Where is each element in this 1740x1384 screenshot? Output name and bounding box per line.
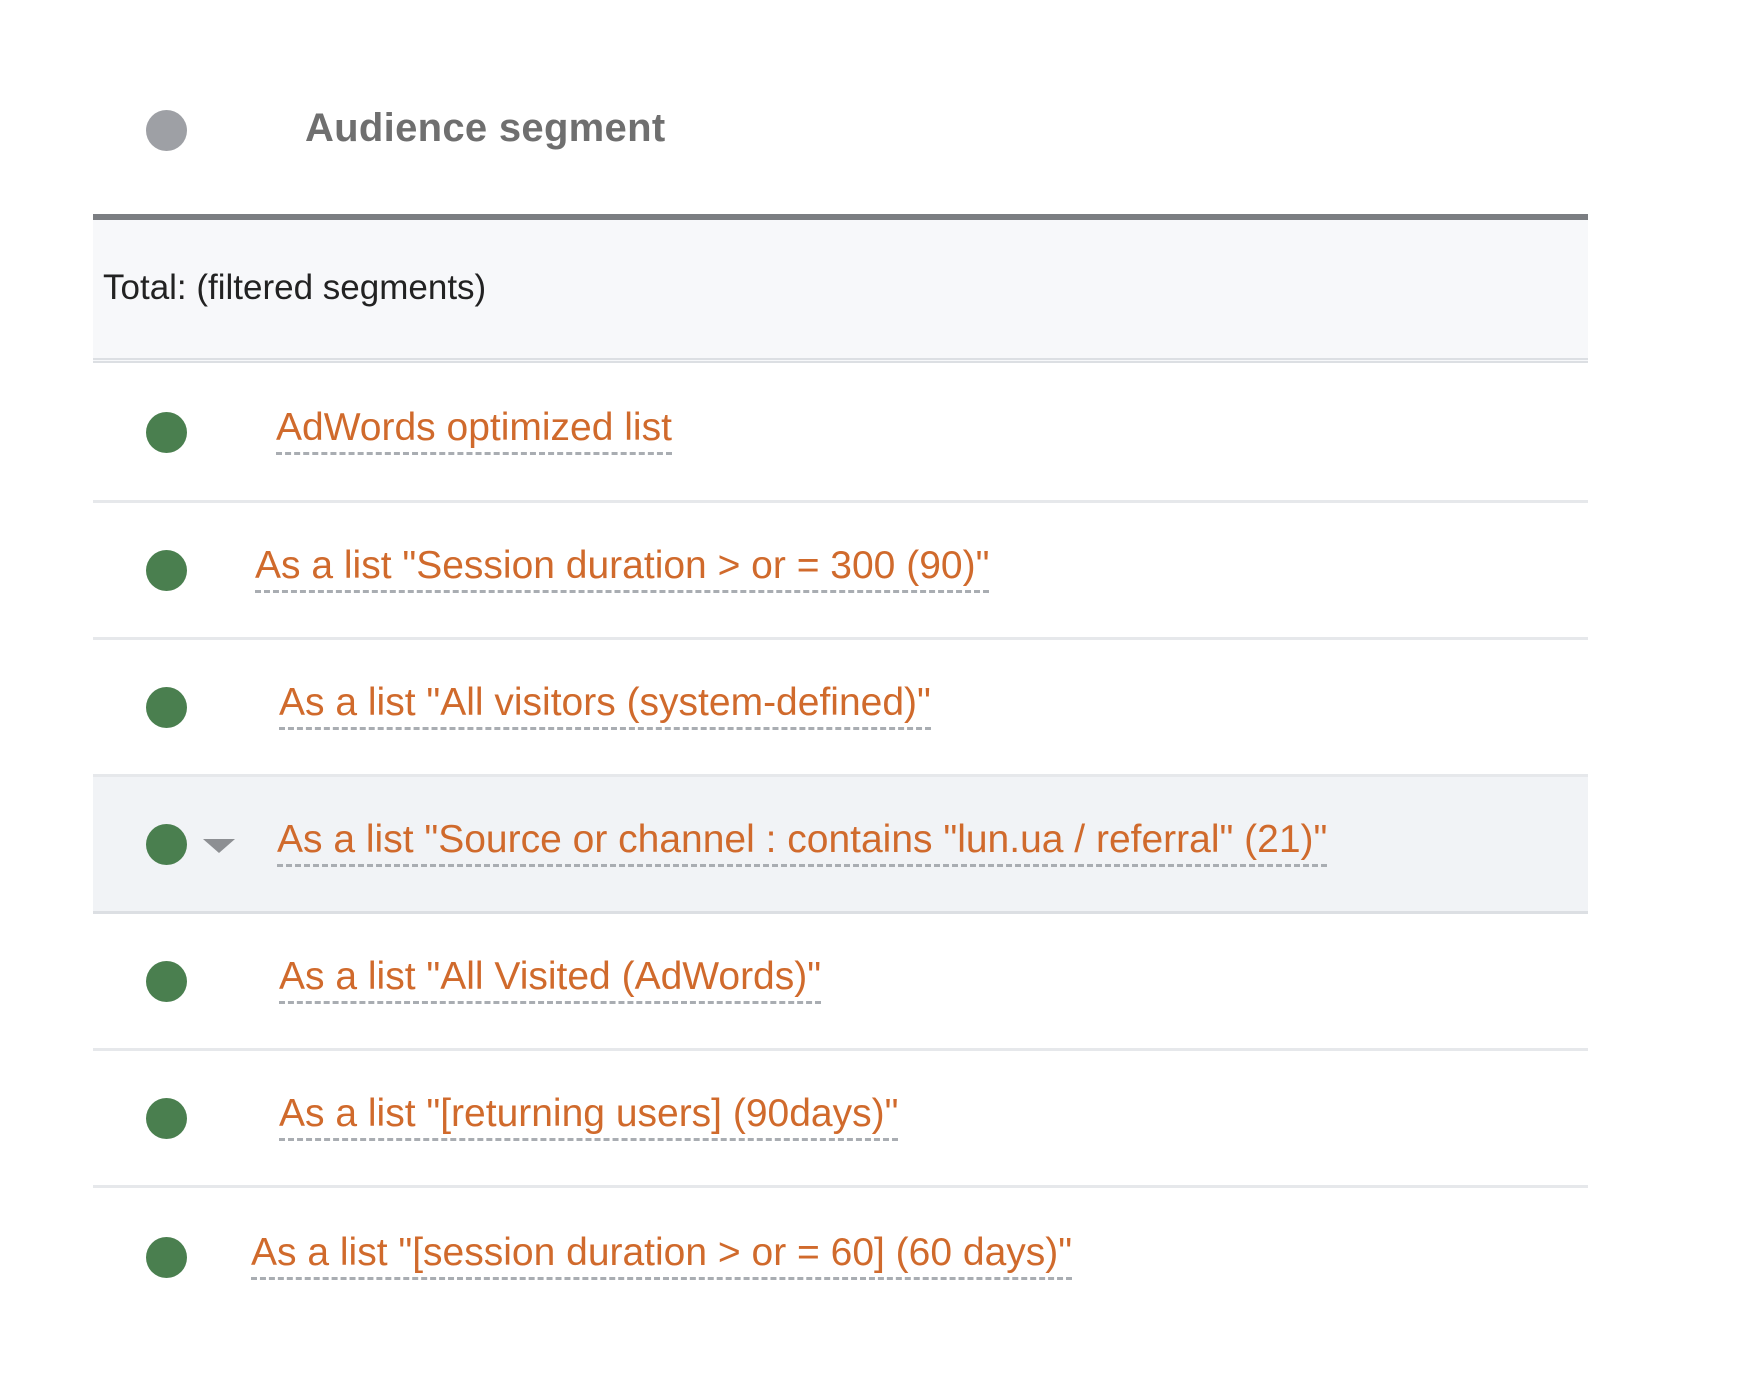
status-dot-icon <box>146 1236 187 1278</box>
segment-link[interactable]: As a list "Session duration > or = 300 (… <box>255 544 990 593</box>
segment-link[interactable]: As a list "[session duration > or = 60] … <box>251 1231 1073 1280</box>
table-row: As a list "[session duration > or = 60] … <box>93 1188 1588 1325</box>
segment-link[interactable]: As a list "All visitors (system-defined)… <box>279 681 931 730</box>
status-dot-icon <box>146 1098 187 1139</box>
status-dot-icon <box>146 687 187 728</box>
status-dot-icon <box>146 550 187 591</box>
table-header: Audience segment <box>93 0 1588 214</box>
table-row: As a list "[returning users] (90days)" <box>93 1051 1588 1188</box>
status-dot-icon <box>146 411 187 453</box>
caret-down-icon[interactable] <box>203 839 235 853</box>
table-row: As a list "Session duration > or = 300 (… <box>93 503 1588 640</box>
total-label: Total: (filtered segments) <box>103 268 487 307</box>
segment-link[interactable]: As a list "[returning users] (90days)" <box>279 1092 899 1141</box>
segment-link[interactable]: AdWords optimized list <box>276 406 672 455</box>
table-row-expanded: As a list "Source or channel : contains … <box>93 777 1588 914</box>
column-header-audience-segment[interactable]: Audience segment <box>305 106 665 151</box>
status-dot-icon <box>146 824 187 865</box>
table-row: As a list "All visitors (system-defined)… <box>93 640 1588 777</box>
total-row: Total: (filtered segments) <box>93 220 1588 363</box>
status-dot-icon <box>146 961 187 1002</box>
segment-link[interactable]: As a list "All Visited (AdWords)" <box>279 955 822 1004</box>
table-row: As a list "All Visited (AdWords)" <box>93 914 1588 1051</box>
table-row: AdWords optimized list <box>93 363 1588 503</box>
status-dot-icon <box>146 110 187 151</box>
segments-table: Audience segment Total: (filtered segmen… <box>93 0 1588 1325</box>
segment-link[interactable]: As a list "Source or channel : contains … <box>277 818 1328 867</box>
